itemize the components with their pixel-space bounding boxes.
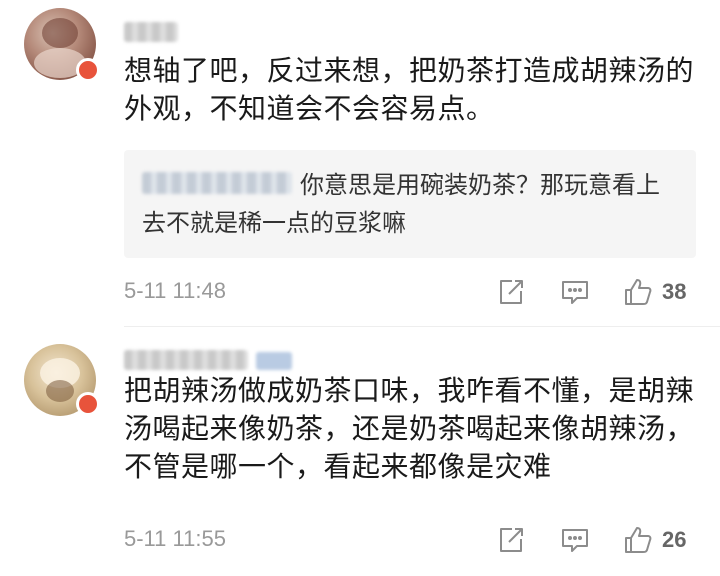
thumbs-up-icon (625, 527, 652, 553)
comment-meta: 5-11 11:55 26 (124, 522, 704, 558)
comment-time: 5-11 11:55 (124, 526, 226, 551)
share-icon (500, 280, 523, 304)
like-count: 38 (662, 279, 687, 304)
share-button[interactable] (496, 522, 526, 558)
comment-item: 想轴了吧，反过来想，把奶茶打造成胡辣汤的外观，不知道会不会容易点。 你意思是用碗… (0, 0, 720, 328)
share-button[interactable] (496, 274, 526, 310)
user-badge-icon (76, 58, 100, 82)
comment-button[interactable] (560, 522, 590, 558)
comment-meta: 5-11 11:48 38 (124, 274, 704, 310)
reply-preview[interactable]: 你意思是用碗装奶茶？那玩意看上去不就是稀一点的豆浆嘛 (124, 150, 696, 258)
like-button[interactable]: 38 (622, 274, 686, 310)
username-blurred[interactable] (124, 350, 248, 370)
vip-badge-icon (256, 352, 292, 370)
thumbs-up-icon (625, 279, 652, 305)
like-button[interactable]: 26 (622, 522, 686, 558)
comment-icon (562, 529, 588, 552)
comment-text: 把胡辣汤做成奶茶口味，我咋看不懂，是胡辣汤喝起来像奶茶，还是奶茶喝起来像胡辣汤，… (124, 374, 695, 483)
comment-text: 想轴了吧，反过来想，把奶茶打造成胡辣汤的外观，不知道会不会容易点。 (124, 54, 695, 125)
share-icon (500, 528, 523, 552)
divider (124, 326, 720, 327)
user-badge-icon (76, 392, 100, 416)
like-count: 26 (662, 527, 687, 552)
comment-item: 把胡辣汤做成奶茶口味，我咋看不懂，是胡辣汤喝起来像奶茶，还是奶茶喝起来像胡辣汤，… (0, 328, 720, 576)
reply-text: 你意思是用碗装奶茶？那玩意看上去不就是稀一点的豆浆嘛 (142, 171, 660, 237)
username-blurred[interactable] (124, 22, 178, 42)
comment-time: 5-11 11:48 (124, 278, 226, 303)
comment-icon (562, 281, 588, 304)
comment-button[interactable] (560, 274, 590, 310)
